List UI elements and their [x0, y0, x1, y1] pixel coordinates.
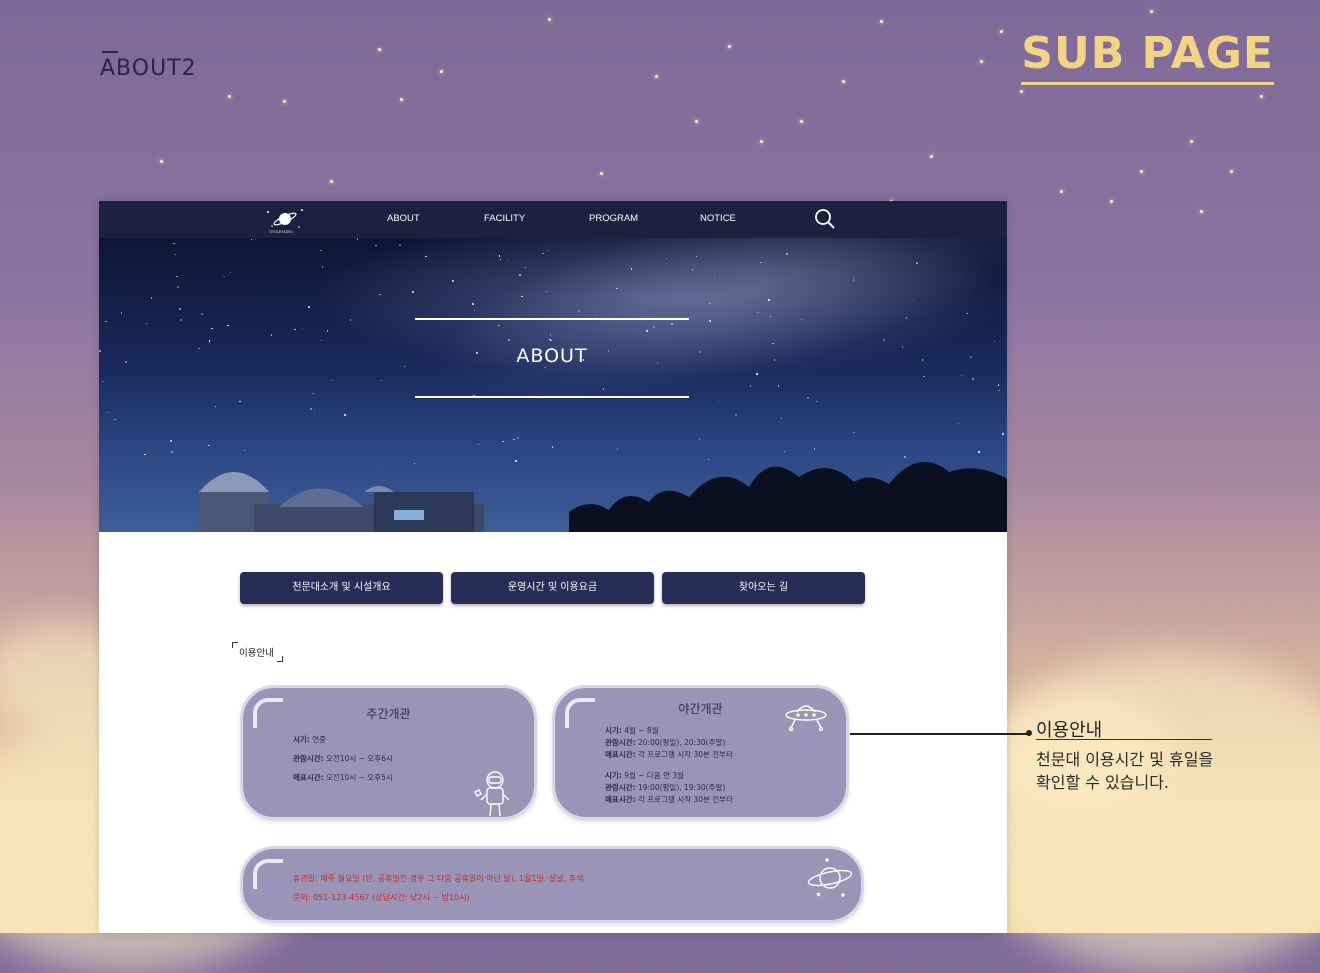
nav-item-about[interactable]: ABOUT	[387, 213, 420, 224]
sub-page-badge: SUB PAGE	[1021, 28, 1274, 85]
nav-item-program[interactable]: PROGRAM	[589, 213, 638, 224]
holiday-info-card: 휴관일: 매주 월요일 (단, 공휴일인 경우 그 다음 공휴일이 아닌 날),…	[240, 846, 864, 923]
night-line-period-2: 시기: 9월 ~ 다음 연 3월	[605, 771, 685, 780]
astronaut-icon	[474, 771, 510, 817]
page-label: ABOUT2	[100, 51, 197, 81]
top-nav: ONSEMIRO ABOUT FACILITY PROGRAM NOTICE	[99, 201, 1007, 238]
callout-underline	[1036, 739, 1212, 740]
day-card-title: 주간개관	[366, 707, 411, 721]
callout-line	[850, 733, 1028, 735]
night-line-ticket-2: 매표시간: 각 프로그램 시작 30분 전부터	[605, 795, 733, 804]
logo-text: ONSEMIRO	[269, 229, 294, 234]
day-line-ticket: 매표시간: 오전10시 ~ 오후5시	[293, 773, 393, 782]
night-hours-card: 야간개관 시기: 4월 ~ 8월 관람시간: 20:00(평일), 20:30(…	[552, 685, 849, 820]
night-line-visit-2: 관람시간: 19:00(평일), 19:30(주말)	[605, 783, 726, 792]
nav-item-facility[interactable]: FACILITY	[484, 213, 525, 224]
ufo-icon	[785, 705, 827, 732]
day-hours-card: 주간개관 시기: 연중 관람시간: 오전10시 ~ 오후6시 매표시간: 오전1…	[240, 685, 537, 820]
closed-days-text: 휴관일: 매주 월요일 (단, 공휴일인 경우 그 다음 공휴일이 아닌 날),…	[293, 874, 584, 883]
hero-line-top	[415, 318, 689, 320]
day-line-visit: 관람시간: 오전10시 ~ 오후6시	[293, 754, 393, 763]
night-line-period-1: 시기: 4월 ~ 8월	[605, 726, 659, 735]
section-label: 이용안내	[232, 642, 283, 662]
tab-directions[interactable]: 찾아오는 길	[662, 572, 865, 604]
hero-line-bottom	[415, 396, 689, 398]
night-line-visit-1: 관람시간: 20:00(평일), 20:30(주말)	[605, 738, 726, 747]
day-line-period: 시기: 연중	[293, 735, 326, 744]
hero-banner: ABOUT	[99, 238, 1007, 532]
callout-dot	[1026, 730, 1032, 736]
hero-title: ABOUT	[516, 345, 588, 367]
trees-silhouette	[569, 462, 1007, 532]
observatory-image	[199, 472, 484, 532]
website-mockup: ONSEMIRO ABOUT FACILITY PROGRAM NOTICE A…	[99, 201, 1007, 933]
search-icon[interactable]	[814, 208, 836, 230]
night-line-ticket-1: 매표시간: 각 프로그램 시작 30분 전부터	[605, 750, 733, 759]
contact-text: 문의: 051-123-4567 (상담시간: 낮2시 ~ 밤10시)	[293, 893, 470, 902]
tab-facility-intro[interactable]: 천문대소개 및 시설개요	[240, 572, 443, 604]
tab-hours-fees[interactable]: 운영시간 및 이용요금	[451, 572, 654, 604]
planet-icon	[807, 858, 853, 897]
callout-description: 천문대 이용시간 및 휴일을 확인할 수 있습니다.	[1036, 750, 1214, 792]
nav-item-notice[interactable]: NOTICE	[700, 213, 736, 224]
